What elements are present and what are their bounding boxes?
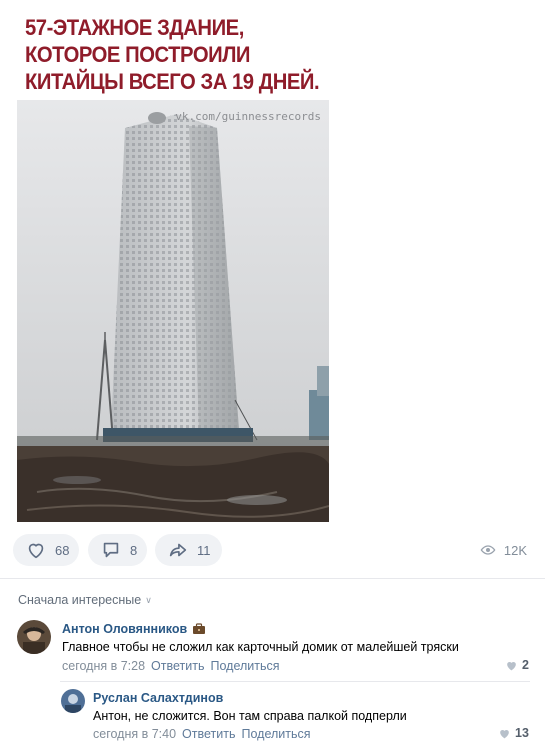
post-image[interactable]: 57-ЭТАЖНОЕ ЗДАНИЕ, КОТОРОЕ ПОСТРОИЛИ КИТ…: [17, 0, 329, 522]
building-photo: vk.com/guinnessrecords: [17, 100, 329, 522]
eye-icon: [480, 545, 496, 555]
comment-meta: сегодня в 7:40 Ответить Поделиться: [93, 727, 311, 741]
like-count: 68: [55, 542, 70, 558]
comment-button[interactable]: 8: [88, 534, 147, 566]
avatar[interactable]: [61, 689, 85, 713]
divider: [60, 681, 530, 682]
author-name: Руслан Салахтдинов: [93, 691, 224, 705]
heart-icon: [507, 661, 516, 670]
share-link[interactable]: Поделиться: [210, 659, 279, 673]
avatar-image: [61, 689, 85, 713]
heart-icon: [28, 543, 44, 559]
share-button[interactable]: 11: [155, 534, 222, 566]
comment-author[interactable]: Антон Оловянников: [62, 622, 206, 636]
comment-meta: сегодня в 7:28 Ответить Поделиться: [62, 659, 280, 673]
comment-count: 8: [130, 542, 138, 558]
share-count: 11: [197, 542, 211, 558]
comment-like-count: 2: [522, 658, 529, 672]
share-link[interactable]: Поделиться: [241, 727, 310, 741]
comment-like-button[interactable]: 13: [498, 726, 529, 740]
skyscraper-illustration: [17, 100, 329, 522]
chevron-down-icon: ∨: [145, 594, 152, 605]
comment-time[interactable]: сегодня в 7:28: [62, 659, 145, 673]
sort-label: Сначала интересные: [18, 593, 142, 607]
comment-like-count: 13: [515, 726, 529, 740]
heart-icon: [500, 729, 509, 738]
briefcase-icon: [193, 623, 206, 634]
comment-text: Главное чтобы не сложил как карточный до…: [62, 640, 459, 654]
reply-link[interactable]: Ответить: [182, 727, 235, 741]
comment-text: Антон, не сложится. Вон там справа палко…: [93, 709, 407, 723]
avatar[interactable]: [17, 620, 51, 654]
comment-author[interactable]: Руслан Салахтдинов: [93, 691, 223, 705]
comment-like-button[interactable]: 2: [505, 658, 529, 672]
comment-icon: [103, 542, 119, 558]
views-counter: 12K: [480, 542, 527, 558]
views-count: 12K: [503, 542, 527, 558]
comments-sort-dropdown[interactable]: Сначала интересные ∨: [18, 593, 152, 607]
reply-link[interactable]: Ответить: [151, 659, 204, 673]
like-button[interactable]: 68: [13, 534, 79, 566]
post-actions: 68 8 11 12K: [13, 534, 533, 566]
avatar-image: [17, 620, 51, 654]
share-icon: [169, 543, 187, 557]
meme-title: 57-ЭТАЖНОЕ ЗДАНИЕ, КОТОРОЕ ПОСТРОИЛИ КИТ…: [25, 15, 320, 94]
author-name: Антон Оловянников: [62, 622, 188, 636]
comment-time[interactable]: сегодня в 7:40: [93, 727, 176, 741]
watermark: vk.com/guinnessrecords: [175, 110, 321, 123]
divider: [0, 578, 545, 579]
